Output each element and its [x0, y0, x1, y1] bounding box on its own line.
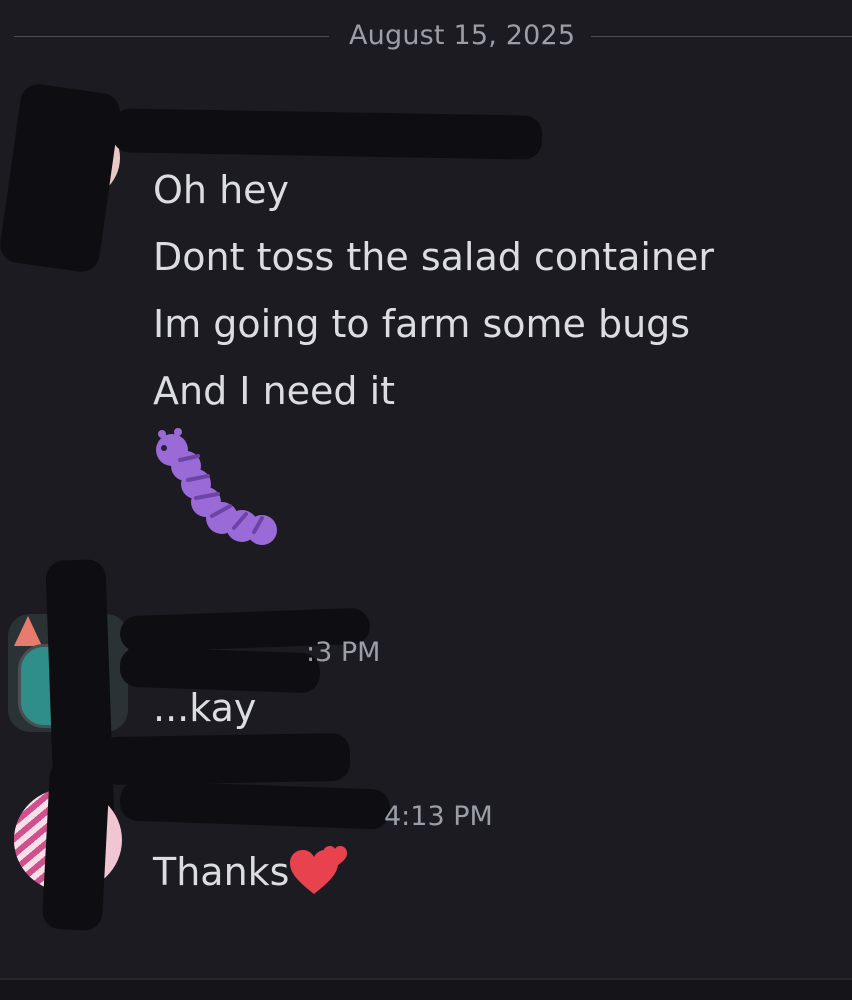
- message-line: Im going to farm some bugs: [153, 302, 691, 346]
- message-line: Thanks: [153, 850, 290, 894]
- caterpillar-sticker[interactable]: [150, 426, 280, 556]
- redaction-mark: [0, 81, 123, 275]
- message-line: ...kay: [153, 686, 257, 730]
- message-line: And I need it: [153, 369, 396, 413]
- message-line: Dont toss the salad container: [153, 235, 715, 279]
- date-divider: August 15, 2025: [14, 20, 852, 54]
- redaction-mark: [99, 732, 351, 786]
- divider-line-right: [591, 36, 852, 37]
- message-line: Oh hey: [153, 168, 290, 212]
- chat-window: August 15, 2025 Oh hey Dont toss the sal…: [0, 0, 852, 1000]
- redaction-mark: [111, 108, 543, 160]
- bottom-bar: [0, 978, 852, 1000]
- two-hearts-icon: [290, 846, 347, 894]
- redaction-mark: [41, 758, 111, 932]
- message-timestamp: :3 PM: [306, 637, 381, 668]
- divider-line-left: [14, 36, 329, 37]
- redaction-mark: [119, 780, 391, 830]
- message-timestamp: 4:13 PM: [384, 801, 493, 832]
- date-label: August 15, 2025: [349, 20, 576, 51]
